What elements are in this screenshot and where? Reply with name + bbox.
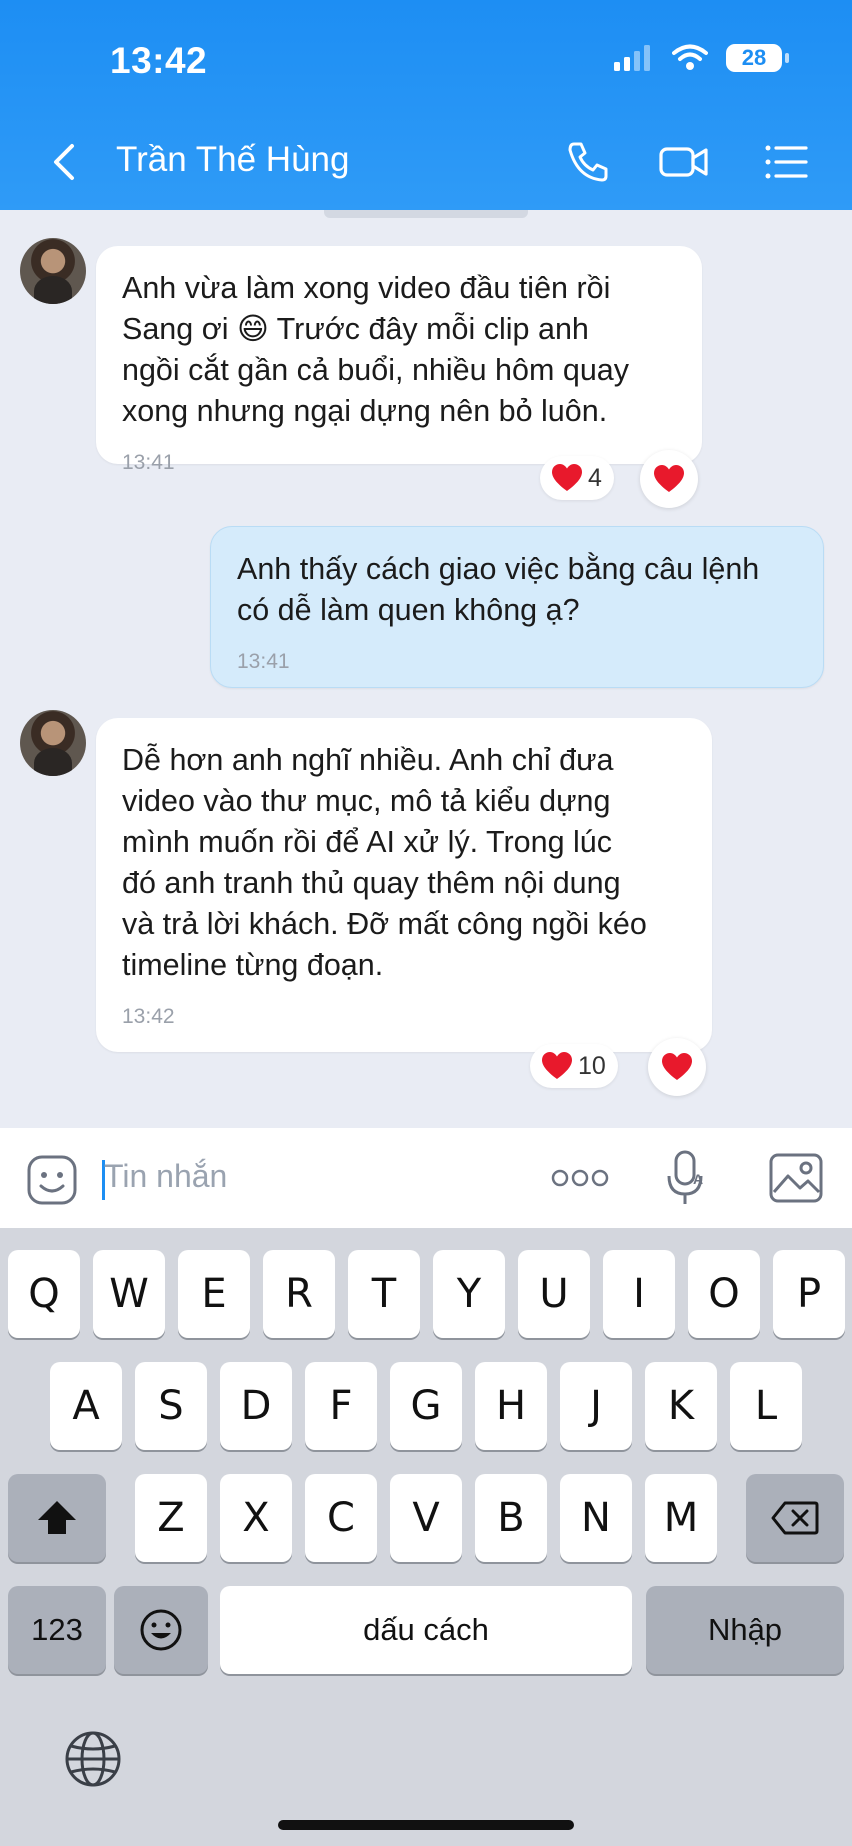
key-r[interactable]: R [263, 1250, 335, 1338]
key-w[interactable]: W [93, 1250, 165, 1338]
sticker-icon[interactable] [26, 1154, 78, 1206]
key-z[interactable]: Z [135, 1474, 207, 1562]
header-bar: 13:42 28 Trần Thế Hùng [0, 0, 852, 210]
message-input[interactable]: Tin nhắn [104, 1158, 227, 1195]
message-text: Dễ hơn anh nghĩ nhiều. Anh chỉ đưa video… [122, 743, 647, 982]
enter-key[interactable]: Nhập [646, 1586, 844, 1674]
shift-icon [38, 1501, 76, 1534]
key-x[interactable]: X [220, 1474, 292, 1562]
key-t[interactable]: T [348, 1250, 420, 1338]
reaction-summary[interactable]: 4 [540, 456, 614, 500]
message-bubble-outgoing[interactable]: Anh thấy cách giao việc bằng câu lệnh có… [210, 526, 824, 688]
home-indicator [278, 1820, 574, 1830]
scroll-indicator [324, 210, 528, 218]
key-b[interactable]: B [475, 1474, 547, 1562]
key-e[interactable]: E [178, 1250, 250, 1338]
phone-icon[interactable] [562, 138, 614, 186]
heart-icon [654, 465, 684, 492]
key-p[interactable]: P [773, 1250, 845, 1338]
globe-icon[interactable] [64, 1730, 122, 1788]
numbers-key[interactable]: 123 [8, 1586, 106, 1674]
key-m[interactable]: M [645, 1474, 717, 1562]
message-time: 13:42 [122, 1005, 175, 1028]
key-f[interactable]: F [305, 1362, 377, 1450]
more-options-icon[interactable] [550, 1168, 610, 1188]
key-y[interactable]: Y [433, 1250, 505, 1338]
image-icon[interactable] [768, 1152, 824, 1204]
message-text: Anh thấy cách giao việc bằng câu lệnh có… [237, 552, 760, 627]
reaction-summary[interactable]: 10 [530, 1044, 618, 1088]
emoji-key[interactable] [114, 1586, 208, 1674]
shift-key[interactable] [8, 1474, 106, 1562]
heart-icon [662, 1053, 692, 1080]
conversation-title[interactable]: Trần Thế Hùng [116, 140, 349, 180]
message-composer: Tin nhắn A [0, 1128, 852, 1228]
battery-icon: 28 [726, 44, 789, 72]
menu-icon[interactable] [760, 138, 812, 186]
signal-icon [614, 45, 650, 71]
message-bubble-incoming[interactable]: Dễ hơn anh nghĩ nhiều. Anh chỉ đưa video… [96, 718, 712, 1052]
reaction-count: 10 [578, 1051, 606, 1080]
backspace-key[interactable] [746, 1474, 844, 1562]
key-d[interactable]: D [220, 1362, 292, 1450]
status-time: 13:42 [110, 40, 208, 81]
key-o[interactable]: O [688, 1250, 760, 1338]
backspace-icon [771, 1501, 819, 1535]
back-icon[interactable] [44, 140, 88, 184]
react-button[interactable] [648, 1038, 706, 1096]
heart-icon [552, 464, 582, 491]
voice-to-text-icon[interactable]: A [664, 1150, 708, 1208]
wifi-icon [672, 44, 708, 70]
emoji-icon [140, 1609, 182, 1651]
message-time: 13:41 [237, 650, 290, 673]
key-n[interactable]: N [560, 1474, 632, 1562]
message-bubble-incoming[interactable]: Anh vừa làm xong video đầu tiên rồi Sang… [96, 246, 702, 474]
key-k[interactable]: K [645, 1362, 717, 1450]
message-text: Anh vừa làm xong video đầu tiên rồi Sang… [122, 271, 630, 428]
key-v[interactable]: V [390, 1474, 462, 1562]
key-g[interactable]: G [390, 1362, 462, 1450]
reaction-count: 4 [588, 463, 602, 492]
key-c[interactable]: C [305, 1474, 377, 1562]
react-button[interactable] [640, 450, 698, 508]
key-j[interactable]: J [560, 1362, 632, 1450]
video-call-icon[interactable] [658, 138, 710, 186]
key-u[interactable]: U [518, 1250, 590, 1338]
key-a[interactable]: A [50, 1362, 122, 1450]
avatar[interactable] [20, 710, 86, 776]
key-l[interactable]: L [730, 1362, 802, 1450]
heart-icon [542, 1052, 572, 1079]
avatar[interactable] [20, 238, 86, 304]
key-i[interactable]: I [603, 1250, 675, 1338]
space-key[interactable]: dấu cách [220, 1586, 632, 1674]
svg-text:A: A [693, 1171, 703, 1187]
key-q[interactable]: Q [8, 1250, 80, 1338]
key-s[interactable]: S [135, 1362, 207, 1450]
chat-area[interactable]: Anh vừa làm xong video đầu tiên rồi Sang… [0, 210, 852, 1128]
key-h[interactable]: H [475, 1362, 547, 1450]
status-icons: 28 [614, 44, 789, 72]
